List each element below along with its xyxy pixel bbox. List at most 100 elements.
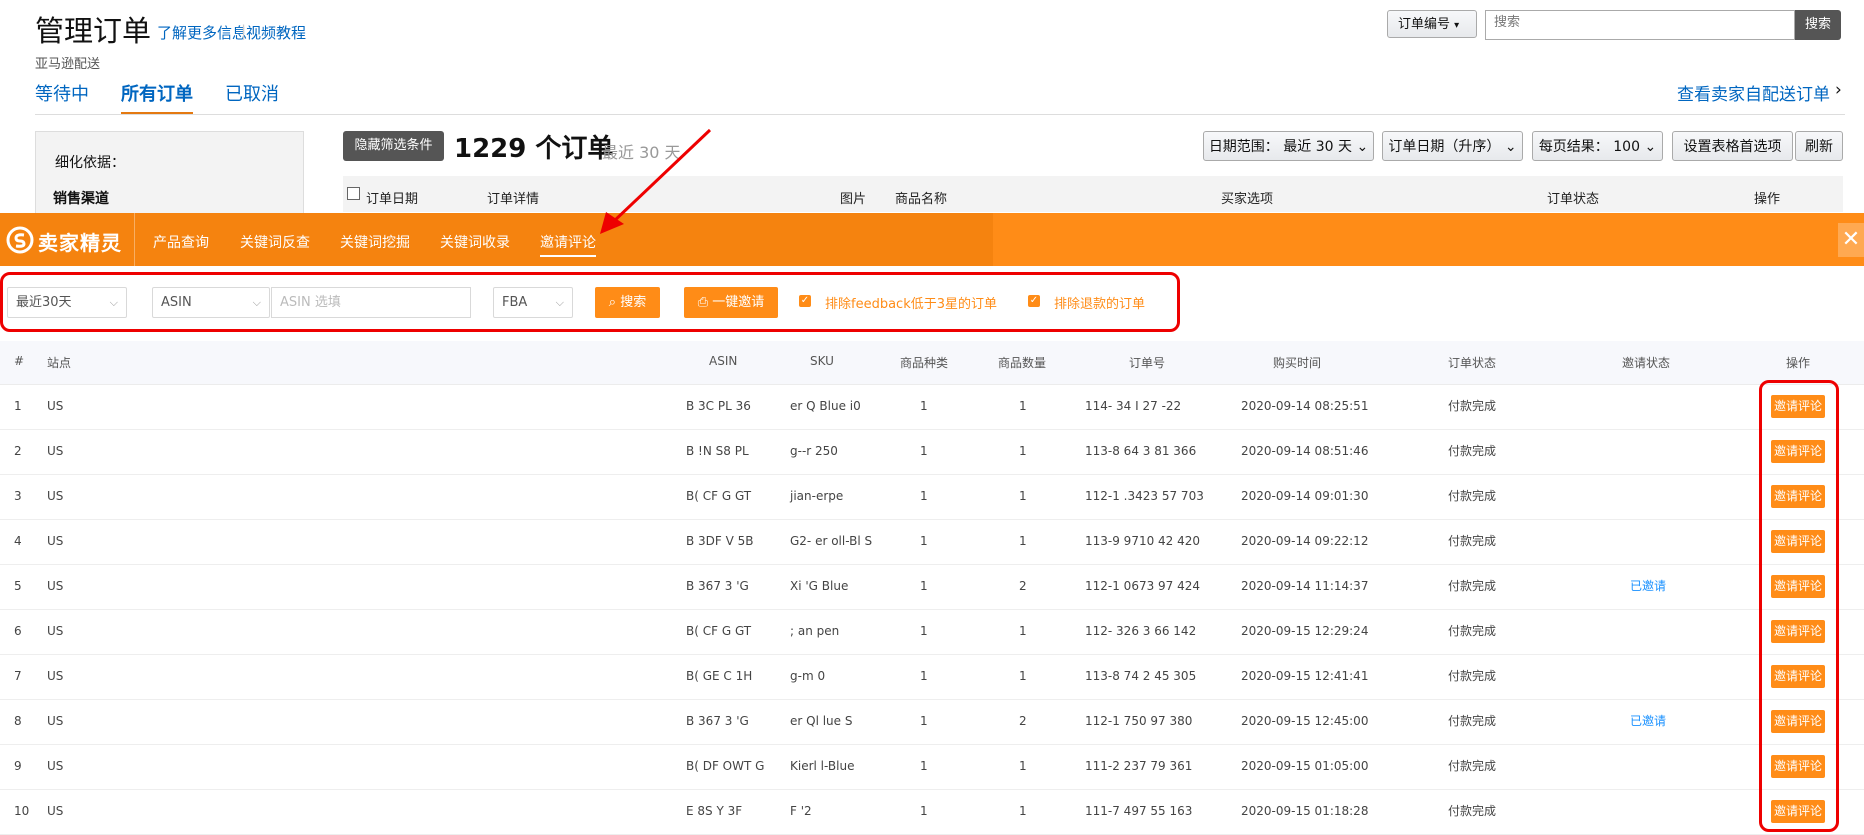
row-site: US [47,579,64,593]
row-site: US [47,714,64,728]
table-row: 8 US B 367 3 'G er Ql lue S 1 2 112-1 750 97 3… [0,699,1864,745]
table-row: 7 US B( GE C 1H g-m 0 1 1 113-8 74 2 45 305 202… [0,654,1864,700]
chevron-down-icon: ⌄ [1644,139,1657,155]
refresh-button[interactable]: 刷新 [1795,131,1843,161]
row-types: 1 [920,534,928,548]
search-type-label: 订单编号 [1398,17,1451,32]
row-qty: 1 [1019,534,1027,548]
tab-pending[interactable]: 等待中 [35,80,89,106]
row-order-status: 付款完成 [1448,489,1497,503]
row-site: US [47,489,64,503]
nav-keyword-indexing[interactable]: 关键词收录 [440,232,510,252]
table-preferences-button[interactable]: 设置表格首选项 [1672,131,1793,161]
row-purchase-time: 2020-09-14 09:22:12 [1241,534,1369,548]
nav-keyword-mining[interactable]: 关键词挖掘 [340,232,410,252]
search-input[interactable]: 搜索 [1485,10,1795,40]
nav-keyword-reverse[interactable]: 关键词反查 [240,232,310,252]
hide-filters-button[interactable]: 隐藏筛选条件 [343,131,444,161]
row-types: 1 [920,669,928,683]
row-order-number: 112-1 750 97 380 [1085,714,1193,728]
row-sku: er Q Blue i0 [790,399,861,413]
row-types: 1 [920,399,928,413]
row-sku: Kierl l-Blue [790,759,855,773]
seller-fulfilled-link[interactable]: 查看卖家自配送订单 [1677,80,1830,105]
search-button[interactable]: 搜索 [1795,10,1841,40]
row-purchase-time: 2020-09-15 12:29:24 [1241,624,1369,638]
logo-icon [6,226,34,254]
row-types: 1 [920,444,928,458]
row-asin: B( CF G GT [686,489,752,503]
row-asin: B 367 3 'G [686,714,749,728]
close-icon[interactable]: ✕ [1838,223,1864,257]
row-qty: 2 [1019,714,1027,728]
row-types: 1 [920,759,928,773]
row-asin: B 367 3 'G [686,579,749,593]
row-asin: B 3DF V 5B [686,534,754,548]
table-row: 5 US B 367 3 'G Xi 'G Blue 1 2 112-1 0673 97 4… [0,564,1864,610]
range-label: 最近 30 天 [602,143,681,162]
row-order-status: 付款完成 [1448,534,1497,548]
row-sku: Xi 'G Blue [790,579,849,593]
chevron-down-icon: ⌄ [1504,139,1517,155]
row-order-status: 付款完成 [1448,759,1497,773]
row-qty: 2 [1019,579,1027,593]
tab-cancelled[interactable]: 已取消 [225,80,279,106]
th-time: 购买时间 [1273,356,1322,370]
row-order-number: 112- 326 3 66 142 [1085,624,1197,638]
th-qty: 商品数量 [998,356,1047,370]
row-purchase-time: 2020-09-15 12:45:00 [1241,714,1369,728]
logo-divider [134,213,135,266]
select-all-checkbox[interactable] [347,187,360,200]
row-purchase-time: 2020-09-15 01:05:00 [1241,759,1369,773]
col-actions: 操作 [1754,192,1781,207]
chevron-down-icon: ⌄ [1356,139,1369,155]
sales-channel-label: 销售渠道 [53,191,109,207]
video-tutorial-link[interactable]: 视频教程 [246,22,306,43]
row-order-number: 113-8 64 3 81 366 [1085,444,1197,458]
row-site: US [47,669,64,683]
row-num: 5 [14,579,22,593]
search-type-select[interactable]: 订单编号 ▾ [1387,10,1477,38]
row-num: 6 [14,624,22,638]
nav-invite-review[interactable]: 邀请评论 [540,232,596,257]
row-site: US [47,759,64,773]
row-asin: B 3C PL 36 [686,399,751,413]
row-qty: 1 [1019,444,1027,458]
row-qty: 1 [1019,759,1027,773]
learn-more-link[interactable]: 了解更多信息 [157,22,247,43]
row-site: US [47,624,64,638]
row-order-number: 114- 34 I 27 -22 [1085,399,1182,413]
row-sku: g-m 0 [790,669,826,683]
th-status: 订单状态 [1448,356,1497,370]
row-order-number: 113-8 74 2 45 305 [1085,669,1197,683]
page-subtitle: 亚马逊配送 [35,57,101,72]
row-order-status: 付款完成 [1448,714,1497,728]
order-count: 1229 个订单 [454,134,614,164]
plugin-logo-text: 卖家精灵 [38,231,122,255]
row-asin: B !N S8 PL [686,444,749,458]
row-sku: ; an pen [790,624,840,638]
order-date-sort-select[interactable]: 订单日期（升序） ⌄ [1382,131,1523,161]
highlight-actions-box [1759,380,1839,832]
th-types: 商品种类 [900,356,949,370]
date-range-select[interactable]: 日期范围： 最近 30 天 ⌄ [1203,131,1374,161]
table-row: 6 US B( CF G GT ; an pen 1 1 112- 326 3 66 142… [0,609,1864,655]
row-asin: B( CF G GT [686,624,752,638]
table-row: 2 US B !N S8 PL g--r 250 1 1 113-8 64 3 81 366… [0,429,1864,475]
row-sku: jian-erpe [790,489,844,503]
row-purchase-time: 2020-09-15 12:41:41 [1241,669,1369,683]
tab-all-orders[interactable]: 所有订单 [121,80,193,115]
row-types: 1 [920,714,928,728]
row-qty: 1 [1019,489,1027,503]
col-buyer-options: 买家选项 [1221,192,1274,207]
nav-product-query[interactable]: 产品查询 [153,232,209,252]
row-asin: B( GE C 1H [686,669,753,683]
row-site: US [47,534,64,548]
row-invite-status: 已邀请 [1630,579,1667,593]
row-order-status: 付款完成 [1448,579,1497,593]
th-order: 订单号 [1129,356,1166,370]
per-page-select[interactable]: 每页结果： 100 ⌄ [1532,131,1663,161]
col-image: 图片 [840,192,867,207]
row-num: 2 [14,444,22,458]
row-invite-status: 已邀请 [1630,714,1667,728]
